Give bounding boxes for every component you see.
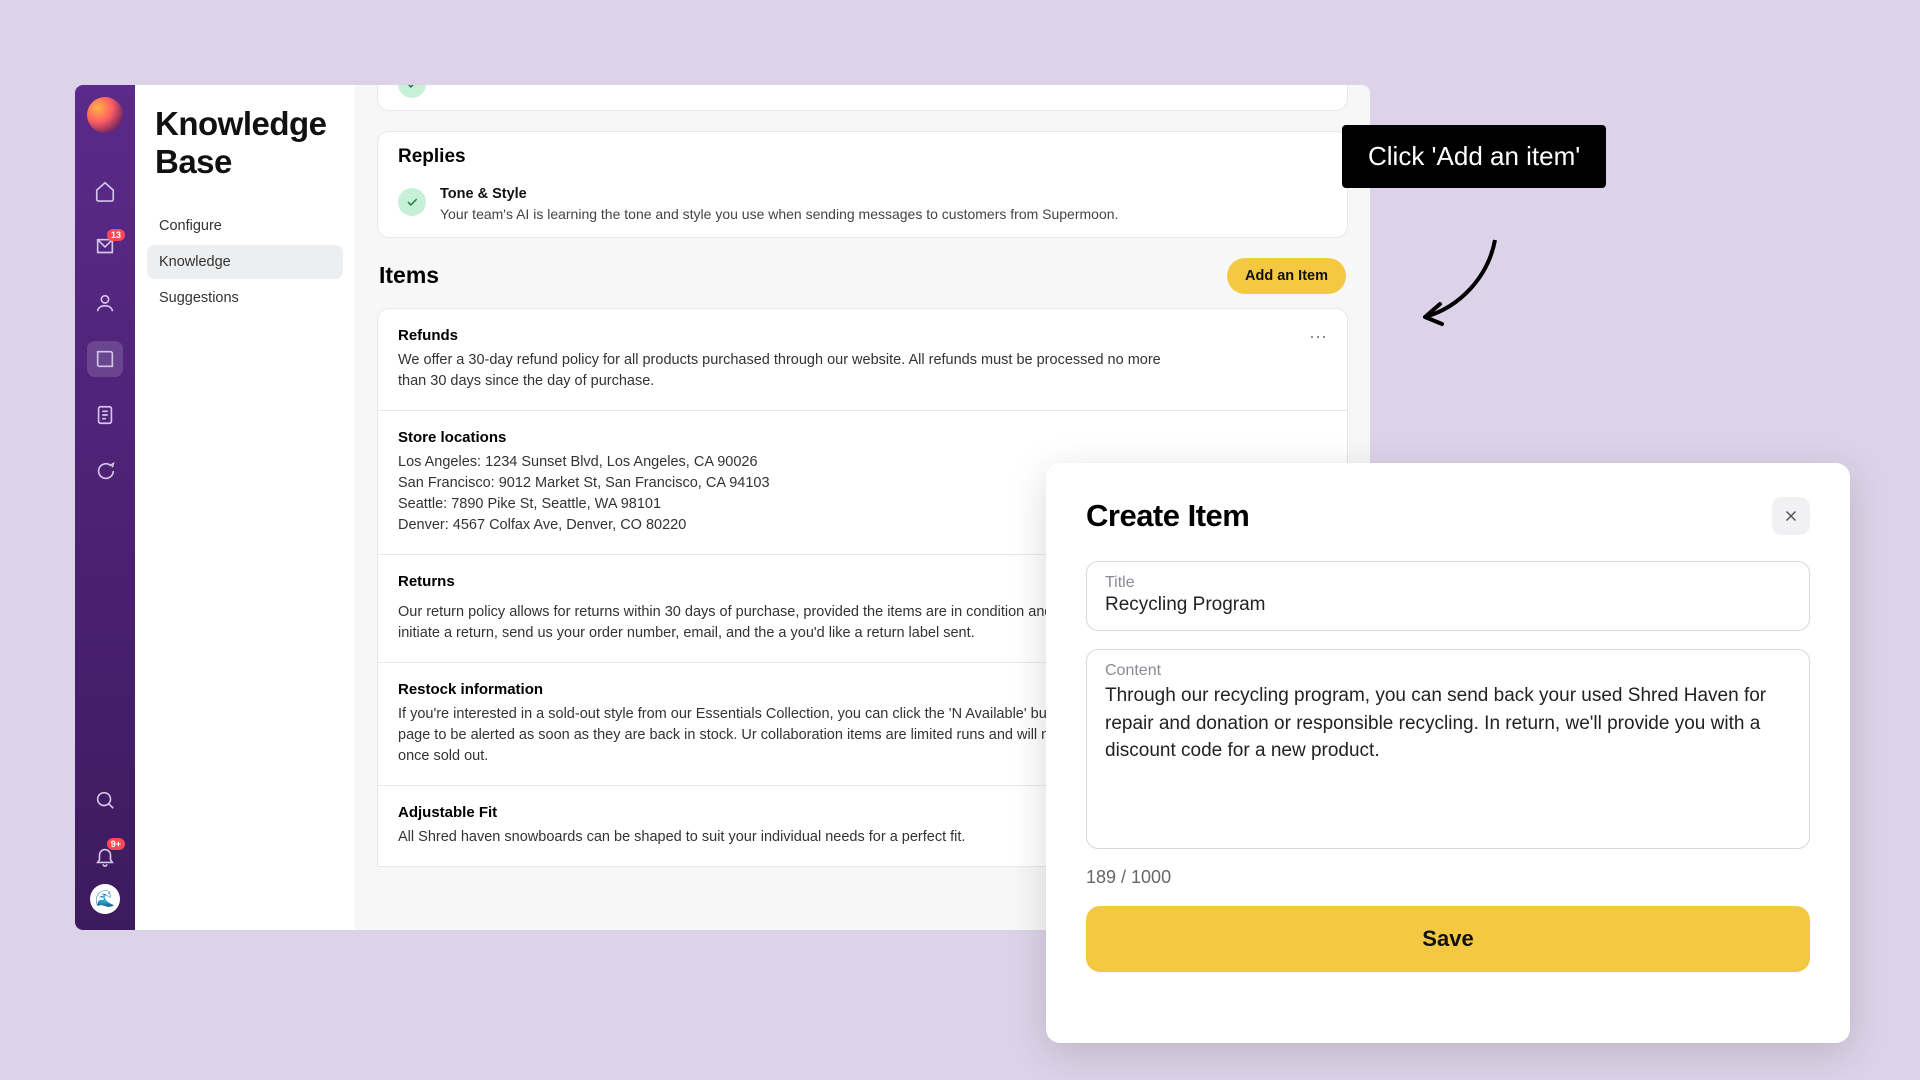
inbox-badge: 13 [107, 229, 125, 241]
avatar[interactable]: 🌊 [90, 884, 120, 914]
add-item-button[interactable]: Add an Item [1227, 258, 1346, 294]
char-counter: 189 / 1000 [1086, 867, 1810, 888]
replies-desc: Your team's AI is learning the tone and … [440, 205, 1118, 225]
sidebar-rail: 13 9+ 🌊 [75, 85, 135, 930]
notifications-badge: 9+ [107, 838, 125, 850]
replies-title: Tone & Style [440, 186, 1118, 202]
title-field[interactable]: Title [1086, 561, 1810, 631]
replies-heading: Replies [378, 132, 1347, 174]
content-input[interactable] [1105, 682, 1791, 802]
content-label: Content [1105, 662, 1791, 680]
nav-suggestions[interactable]: Suggestions [147, 281, 343, 315]
title-label: Title [1105, 574, 1791, 592]
notifications-icon[interactable]: 9+ [93, 844, 117, 868]
sidebar-panel: Knowledge Base Configure Knowledge Sugge… [135, 85, 355, 930]
inbox-icon[interactable]: 13 [93, 235, 117, 259]
knowledge-icon[interactable] [87, 341, 123, 377]
title-input[interactable] [1105, 594, 1791, 616]
items-heading: Items [379, 262, 439, 289]
notice-text: information next to messages. [440, 85, 627, 88]
item-title: Store locations [398, 429, 1327, 446]
items-header: Items Add an Item [379, 258, 1346, 294]
search-icon[interactable] [93, 788, 117, 812]
check-icon [398, 188, 426, 216]
tutorial-arrow-icon [1410, 232, 1510, 332]
save-button[interactable]: Save [1086, 906, 1810, 972]
home-icon[interactable] [93, 179, 117, 203]
content-field[interactable]: Content [1086, 649, 1810, 849]
item-title: Refunds [398, 327, 1327, 344]
replies-card: Replies Tone & Style Your team's AI is l… [377, 131, 1348, 238]
forms-icon[interactable] [93, 403, 117, 427]
contacts-icon[interactable] [93, 291, 117, 315]
nav-knowledge[interactable]: Knowledge [147, 245, 343, 279]
check-icon [398, 85, 426, 98]
more-icon[interactable]: ⋯ [1309, 327, 1329, 348]
page-title: Knowledge Base [147, 105, 343, 181]
chat-icon[interactable] [93, 459, 117, 483]
nav-configure[interactable]: Configure [147, 209, 343, 243]
app-logo [87, 97, 123, 133]
item-body: We offer a 30-day refund policy for all … [398, 350, 1178, 392]
create-item-modal: Create Item Title Content 189 / 1000 Sav… [1046, 463, 1850, 1043]
tutorial-callout: Click 'Add an item' [1342, 125, 1606, 188]
close-button[interactable] [1772, 497, 1810, 535]
modal-title: Create Item [1086, 498, 1249, 534]
item-row[interactable]: ⋯ Refunds We offer a 30-day refund polic… [377, 308, 1348, 411]
notice-card: information next to messages. [377, 85, 1348, 111]
